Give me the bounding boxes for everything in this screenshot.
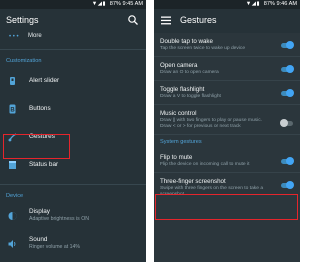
buttons-label: Buttons (29, 105, 51, 112)
open-camera-title: Open camera (160, 62, 198, 69)
volume-icon (8, 240, 16, 248)
menu-icon[interactable] (161, 16, 171, 25)
sound-sub: Ringer volume at 14% (29, 244, 81, 250)
gestures-screen: ▼◢▮ 87% 9:46 AM Gestures Double tap to w… (154, 0, 300, 262)
more-label: More (28, 33, 42, 39)
battery-level: 87% (263, 1, 275, 7)
toggle-flashlight-item[interactable]: Toggle flashlight Draw a V to toggle fla… (154, 81, 300, 105)
app-bar: Gestures (154, 9, 300, 33)
flip-to-mute-title: Flip to mute (160, 154, 193, 161)
search-icon[interactable] (127, 13, 139, 27)
music-control-sub: Draw || with two fingers to play or paus… (160, 118, 263, 129)
buttons-icon: B (9, 104, 16, 114)
screenshot-highlight-box (155, 194, 298, 220)
page-title: Gestures (180, 15, 217, 25)
alert-slider-item[interactable]: Alert slider (0, 68, 146, 96)
flip-to-mute-sub: Flip the device on incoming call to mute… (160, 162, 250, 167)
gestures-list: Double tap to wake Tap the screen twice … (154, 33, 300, 262)
status-bar: ▼◢▮ 87% 9:45 AM (0, 0, 146, 9)
svg-text:B: B (10, 107, 15, 113)
flip-to-mute-toggle[interactable] (280, 157, 294, 165)
music-control-title: Music control (160, 110, 197, 117)
gestures-highlight-box (3, 134, 70, 159)
double-tap-item[interactable]: Double tap to wake Tap the screen twice … (154, 33, 300, 57)
three-finger-screenshot-toggle[interactable] (280, 181, 294, 189)
toggle-flashlight-title: Toggle flashlight (160, 86, 205, 93)
music-control-item[interactable]: Music control Draw || with two fingers t… (154, 105, 300, 135)
more-dots-icon: • • • (9, 34, 19, 40)
page-title: Settings (6, 15, 39, 25)
toggle-flashlight-toggle[interactable] (280, 89, 294, 97)
buttons-item[interactable]: B Buttons (0, 96, 146, 124)
divider (0, 184, 146, 185)
alert-slider-icon (10, 77, 15, 85)
signal-icons: ▼◢▮ (91, 1, 107, 7)
section-customization: Customization (6, 58, 42, 64)
double-tap-title: Double tap to wake (160, 38, 213, 45)
signal-icons: ▼◢▮ (245, 1, 261, 7)
section-system-gestures: System gestures (160, 139, 202, 145)
three-finger-screenshot-title: Three-finger screenshot (160, 178, 226, 185)
clock: 9:46 AM (276, 1, 297, 7)
double-tap-sub: Tap the screen twice to wake up device (160, 46, 246, 51)
music-control-toggle[interactable] (280, 119, 294, 127)
toggle-flashlight-sub: Draw a V to toggle flashlight (160, 94, 221, 99)
display-sub: Adaptive brightness is ON (29, 216, 89, 222)
open-camera-toggle[interactable] (280, 65, 294, 73)
display-label: Display (29, 208, 50, 215)
open-camera-item[interactable]: Open camera Draw an O to open camera (154, 57, 300, 81)
open-camera-sub: Draw an O to open camera (160, 70, 219, 75)
sound-item[interactable]: Sound Ringer volume at 14% (0, 231, 146, 259)
flip-to-mute-item[interactable]: Flip to mute Flip the device on incoming… (154, 149, 300, 173)
display-item[interactable]: Display Adaptive brightness is ON (0, 203, 146, 231)
section-device: Device (6, 193, 24, 199)
status-bar: ▼◢▮ 87% 9:46 AM (154, 0, 300, 9)
sound-label: Sound (29, 236, 48, 243)
alert-slider-label: Alert slider (29, 77, 60, 84)
settings-screen: ▼◢▮ 87% 9:45 AM Settings • • • More Cust… (0, 0, 146, 262)
clock: 9:45 AM (122, 1, 143, 7)
divider (0, 49, 146, 50)
double-tap-toggle[interactable] (280, 41, 294, 49)
brightness-icon (8, 212, 17, 220)
battery-level: 87% (109, 1, 121, 7)
app-bar: Settings (0, 9, 146, 33)
status-bar-icon (9, 161, 16, 169)
status-bar-label: Status bar (29, 161, 59, 168)
more-item[interactable]: • • • More (0, 33, 146, 45)
